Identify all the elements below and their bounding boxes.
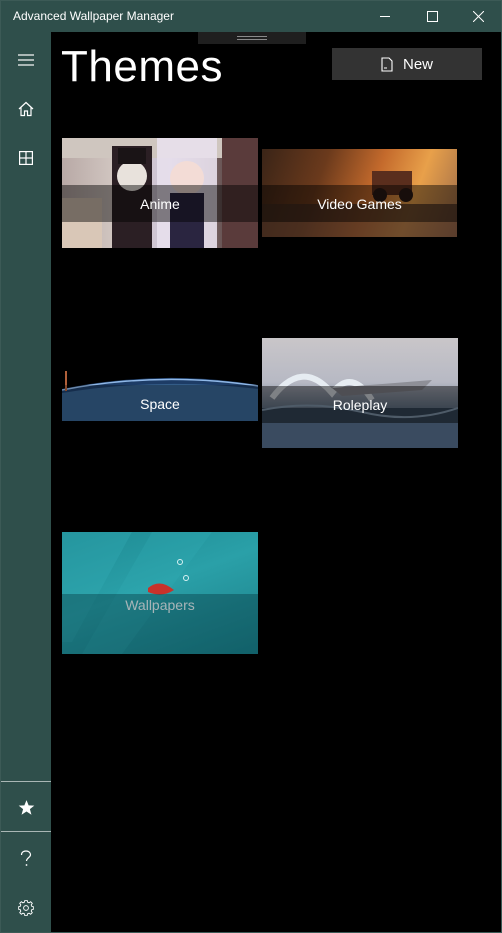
new-button-label: New <box>402 55 433 73</box>
tile-label-video-games: Video Games <box>262 185 457 222</box>
grid-icon <box>19 151 33 165</box>
close-button[interactable] <box>455 1 501 32</box>
favorites-button[interactable] <box>1 783 51 831</box>
minimize-button[interactable] <box>362 1 408 32</box>
menu-icon <box>18 54 34 66</box>
settings-button[interactable] <box>1 884 51 932</box>
theme-tile-space[interactable]: Space <box>62 371 258 421</box>
sidebar-divider <box>1 781 51 782</box>
new-theme-button[interactable]: New <box>332 48 482 80</box>
theme-tile-video-games[interactable]: Video Games <box>262 149 457 237</box>
tile-overlay-wallpapers <box>62 594 258 654</box>
title-bar: Advanced Wallpaper Manager <box>1 1 501 32</box>
page-icon <box>381 56 393 72</box>
navigation-sidebar <box>1 32 51 932</box>
maximize-button[interactable] <box>409 1 455 32</box>
theme-tile-anime[interactable]: Anime <box>62 138 258 248</box>
help-icon <box>20 849 32 866</box>
page-title: Themes <box>61 42 223 91</box>
minimize-icon <box>379 16 390 17</box>
app-window: Advanced Wallpaper Manager Themes New An… <box>0 0 502 933</box>
home-button[interactable] <box>1 85 51 133</box>
hamburger-menu-button[interactable] <box>1 36 51 84</box>
star-icon <box>18 799 34 815</box>
maximize-icon <box>426 11 438 22</box>
home-icon <box>18 101 34 117</box>
window-title: Advanced Wallpaper Manager <box>13 9 174 23</box>
close-icon <box>472 11 484 22</box>
gallery-button[interactable] <box>1 134 51 182</box>
tile-label-space: Space <box>62 385 258 421</box>
theme-tile-wallpapers[interactable]: Wallpapers <box>62 532 258 654</box>
gear-icon <box>18 900 34 916</box>
tile-label-roleplay: Roleplay <box>262 386 458 423</box>
theme-tile-roleplay[interactable]: Roleplay <box>262 338 458 448</box>
sidebar-divider-2 <box>1 831 51 832</box>
help-button[interactable] <box>1 834 51 882</box>
tile-label-anime: Anime <box>62 185 258 222</box>
